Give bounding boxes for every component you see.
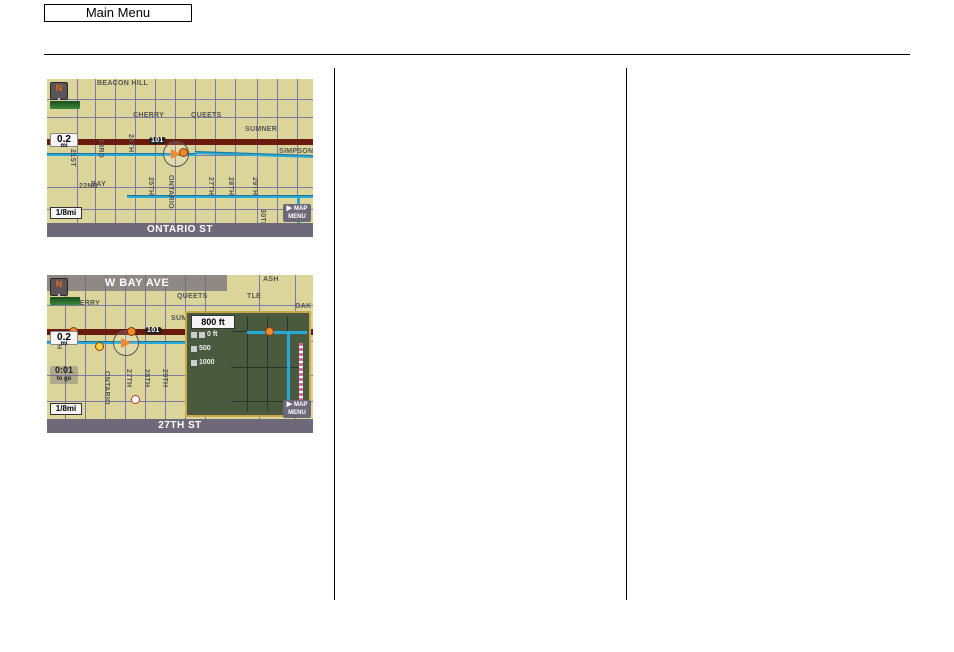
column-separator-1 (334, 68, 335, 600)
gps-indicator (50, 101, 80, 109)
header-rule (44, 54, 910, 55)
label-beacon-hill: BEACON HILL (97, 80, 148, 87)
scale-chip[interactable]: 1/8mi (50, 207, 82, 219)
poi-icon (131, 395, 140, 404)
hwy-shield: 101 (145, 327, 162, 334)
map-screenshot-2: CHERRY QUEETS SUM ASH TLE OAK IND 24TH O… (47, 275, 313, 433)
distance-chip: 0.2 mi (50, 133, 78, 147)
next-street-title: W BAY AVE (47, 275, 227, 291)
poi-icon (265, 327, 274, 336)
time-to-go-chip: 0:01 to go (50, 366, 78, 384)
poi-shell-icon (95, 342, 104, 351)
map-screenshot-1: BEACON HILL CHERRY QUEETS SUMNER BAY SIM… (47, 79, 313, 237)
label-simpson: SIMPSON (279, 148, 313, 155)
current-street-band: 27TH ST (47, 419, 313, 433)
label-queets: QUEETS (191, 112, 222, 119)
map-menu-button[interactable]: ▶ MAP MENU (283, 204, 311, 222)
guidance-distance: 800 ft (191, 315, 235, 329)
map-menu-button[interactable]: ▶ MAP MENU (283, 400, 311, 418)
vehicle-icon (121, 338, 131, 348)
distance-chip: 0.2 mi (50, 331, 78, 345)
label-cherry: CHERRY (133, 112, 164, 119)
gps-indicator (50, 297, 80, 305)
compass-icon[interactable]: N▲ (50, 82, 68, 100)
main-menu-tab[interactable]: Main Menu (44, 4, 192, 22)
column-separator-2 (626, 68, 627, 600)
scale-chip[interactable]: 1/8mi (50, 403, 82, 415)
poi-icon (179, 148, 188, 157)
current-street-band: ONTARIO ST (47, 223, 313, 237)
compass-icon[interactable]: N▲ (50, 278, 68, 296)
hwy-shield: 101 (149, 137, 166, 144)
poi-icon (127, 327, 136, 336)
label-sumner: SUMNER (245, 126, 277, 133)
